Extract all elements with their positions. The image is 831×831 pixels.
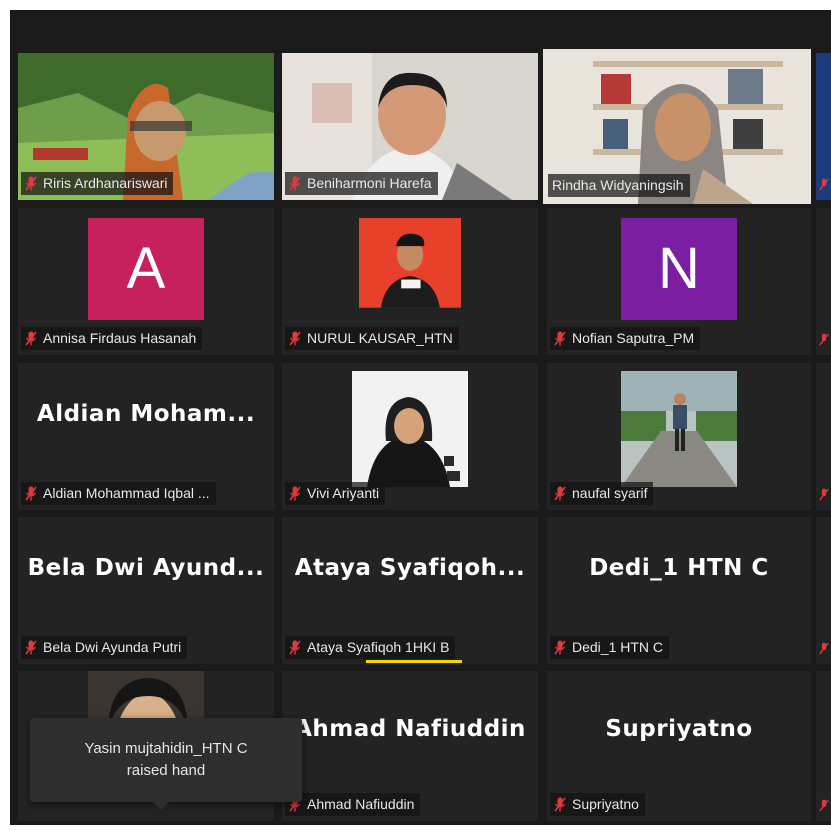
notification-pointer: [152, 801, 170, 810]
microphone-muted-icon: [25, 640, 37, 655]
participant-tile-speaking[interactable]: Ataya Syafiqoh... Ataya Syafiqoh 1HKI B: [282, 517, 538, 664]
microphone-muted-icon: [25, 486, 37, 501]
participant-avatar: A: [88, 217, 204, 320]
participant-tile[interactable]: Beniharmoni Harefa: [282, 53, 538, 200]
participant-tile-partial[interactable]: [816, 671, 831, 821]
participant-name: Annisa Firdaus Hasanah: [43, 330, 197, 346]
participant-display-name: Dedi_1 HTN C: [589, 554, 769, 581]
participant-tile-partial[interactable]: [816, 517, 831, 664]
microphone-muted-icon: [819, 178, 829, 191]
participant-profile-photo: [621, 370, 737, 487]
participant-tile[interactable]: A Annisa Firdaus Hasanah: [18, 208, 274, 355]
participant-name-tag: Riris Ardhanariswari: [21, 172, 174, 195]
participant-display-name: Aldian Moham...: [36, 400, 256, 427]
participant-display-name: Bela Dwi Ayund...: [27, 554, 265, 581]
participant-profile-photo: [359, 217, 461, 308]
microphone-muted-icon: [819, 333, 829, 346]
microphone-muted-icon: [819, 642, 829, 655]
participant-name: naufal syarif: [572, 485, 648, 501]
microphone-muted-icon: [554, 331, 566, 346]
participant-display-name: Ahmad Nafiuddin: [294, 716, 526, 742]
participant-name-tag: Aldian Mohammad Iqbal ...: [21, 482, 216, 505]
participant-display-name: Supriyatno: [605, 716, 753, 742]
microphone-muted-icon: [554, 486, 566, 501]
participant-tile[interactable]: N Nofian Saputra_PM: [547, 208, 811, 355]
participant-name: Rindha Widyaningsih: [552, 177, 684, 193]
meeting-gallery-view: Riris Ardhanariswari Beniharmoni Harefa: [10, 10, 831, 825]
participant-tile[interactable]: Vivi Ariyanti: [282, 363, 538, 510]
participant-name: Aldian Mohammad Iqbal ...: [43, 485, 210, 501]
microphone-muted-icon: [819, 488, 829, 501]
microphone-muted-icon: [25, 331, 37, 346]
participant-name: Nofian Saputra_PM: [572, 330, 695, 346]
participant-name-tag: Vivi Ariyanti: [285, 482, 386, 505]
notification-participant-name: Yasin mujtahidin_HTN C: [84, 740, 248, 757]
microphone-muted-icon: [289, 640, 301, 655]
participant-name-tag: Ahmad Nafiuddin: [285, 793, 421, 816]
participant-tile[interactable]: Dedi_1 HTN C Dedi_1 HTN C: [547, 517, 811, 664]
participant-name: Bela Dwi Ayunda Putri: [43, 639, 182, 655]
participant-name: Vivi Ariyanti: [307, 485, 380, 501]
microphone-muted-icon: [289, 176, 301, 191]
participant-name: Beniharmoni Harefa: [307, 175, 432, 191]
participant-tile-partial[interactable]: [816, 208, 831, 355]
microphone-muted-icon: [554, 797, 566, 812]
participant-name-tag: Nofian Saputra_PM: [550, 327, 701, 350]
participant-name-tag: Beniharmoni Harefa: [285, 172, 438, 195]
participant-name-tag: Annisa Firdaus Hasanah: [21, 327, 203, 350]
participant-tile[interactable]: Ahmad Nafiuddin Ahmad Nafiuddin: [282, 671, 538, 821]
participant-tile[interactable]: NURUL KAUSAR_HTN: [282, 208, 538, 355]
avatar-initial: N: [658, 236, 700, 301]
participant-name: Ahmad Nafiuddin: [307, 796, 415, 812]
speaking-indicator: [366, 660, 462, 663]
participant-name: Riris Ardhanariswari: [43, 175, 168, 191]
raised-hand-notification: Yasin mujtahidin_HTN C raised hand: [30, 718, 302, 802]
participant-profile-photo: [352, 370, 468, 487]
participant-tile-active-speaker[interactable]: Rindha Widyaningsih: [543, 49, 811, 204]
participant-avatar: N: [621, 217, 737, 320]
participant-tile[interactable]: Aldian Moham... Aldian Mohammad Iqbal ..…: [18, 363, 274, 510]
participant-name: NURUL KAUSAR_HTN: [307, 330, 453, 346]
microphone-muted-icon: [819, 799, 829, 812]
notification-action-text: raised hand: [126, 762, 206, 779]
participant-tile-partial[interactable]: [816, 363, 831, 510]
participant-name-tag: Bela Dwi Ayunda Putri: [21, 636, 188, 659]
microphone-muted-icon: [289, 331, 301, 346]
participant-name-tag: Ataya Syafiqoh 1HKI B: [285, 636, 456, 659]
participant-name-tag: Rindha Widyaningsih: [548, 174, 690, 197]
participant-name-tag: naufal syarif: [550, 482, 654, 505]
microphone-muted-icon: [289, 486, 301, 501]
participant-tile[interactable]: naufal syarif: [547, 363, 811, 510]
participant-name: Ataya Syafiqoh 1HKI B: [307, 639, 450, 655]
participant-name: Supriyatno: [572, 796, 639, 812]
participant-name-tag: Dedi_1 HTN C: [550, 636, 670, 659]
participant-name: Dedi_1 HTN C: [572, 639, 664, 655]
avatar-initial: A: [126, 236, 166, 301]
participant-name-tag: Supriyatno: [550, 793, 645, 816]
participant-tile[interactable]: Bela Dwi Ayund... Bela Dwi Ayunda Putri: [18, 517, 274, 664]
participant-tile[interactable]: Supriyatno Supriyatno: [547, 671, 811, 821]
participant-display-name: Ataya Syafiqoh...: [294, 554, 526, 581]
participant-name-tag: NURUL KAUSAR_HTN: [285, 327, 459, 350]
microphone-muted-icon: [554, 640, 566, 655]
microphone-muted-icon: [25, 176, 37, 191]
participant-tile-partial[interactable]: [816, 53, 831, 200]
participant-tile[interactable]: Riris Ardhanariswari: [18, 53, 274, 200]
